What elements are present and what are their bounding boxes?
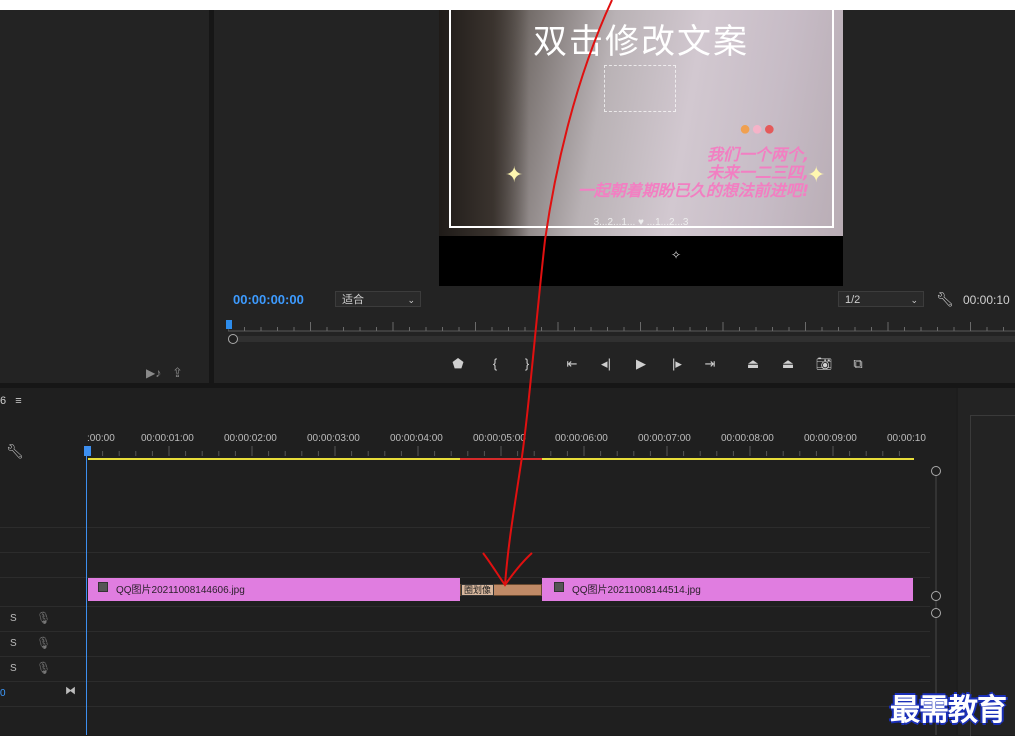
track-separator [0,527,930,528]
go-to-in-icon[interactable]: ⇤ [563,355,581,373]
clip-name: QQ图片20211008144606.jpg [116,585,245,596]
track-separator [0,552,930,553]
ruler-label: 00:00:01:00 [141,433,194,444]
duration-timecode: 00:00:10 [963,293,1010,307]
wrench-icon[interactable]: 🔧︎ [6,443,24,460]
extract-icon[interactable]: ⏏ [779,355,797,373]
scroll-handle[interactable] [931,466,941,476]
mark-in-icon[interactable]: { [486,355,504,373]
fruit-stickers: ●●● [739,118,776,140]
ruler-label: 00:00:08:00 [721,433,774,444]
go-to-out-icon[interactable]: ⇥ [701,355,719,373]
microphone-icon[interactable]: 🎙︎ [36,611,51,625]
zoom-select-value: 适合 [342,294,364,306]
microphone-icon[interactable]: 🎙︎ [36,636,51,650]
solo-button[interactable]: S [10,638,17,649]
ruler-label: 00:00:07:00 [638,433,691,444]
video-title-text[interactable]: 双击修改文案 [439,14,843,63]
solo-button[interactable]: S [10,663,17,674]
top-edge [0,0,1015,10]
chevron-down-icon: ⌄ [910,295,918,305]
ruler-ticks [86,446,900,456]
ruler-label: :00:00 [87,433,115,444]
scroll-handle[interactable] [931,608,941,618]
step-forward-icon[interactable]: |▸ [668,355,686,373]
chevron-down-icon: ⌄ [407,295,415,305]
track-separator [0,656,930,657]
track-separator [0,706,930,707]
ruler-label: 00:00:09:00 [804,433,857,444]
wrench-icon[interactable]: 🔧︎ [936,291,954,308]
microphone-icon[interactable]: 🎙︎ [36,661,51,675]
ruler-label: 00:00:10 [887,433,926,444]
countdown-text: 3...2...1... ♥ ...1...2...3 [593,217,689,228]
ruler-label: 00:00:03:00 [307,433,360,444]
video-preview[interactable]: 双击修改文案 ●●● 我们一个两个, 未来一二三四, 一起朝着期盼已久的想法前进… [439,10,843,286]
sequence-tab-name: 6 [0,395,7,407]
watermark-logo: 最需教育 [890,693,1007,728]
master-level-value[interactable]: 0 [0,688,6,699]
track-separator [0,631,930,632]
insert-icon[interactable]: ▶♪ [146,366,161,380]
lift-icon[interactable]: ⏏ [744,355,762,373]
step-back-icon[interactable]: ◂| [597,355,615,373]
timeline-ruler[interactable]: :00:00 00:00:01:00 00:00:02:00 00:00:03:… [86,433,926,445]
zoom-scrollbar[interactable] [228,336,1015,342]
add-marker-icon[interactable]: ⬟ [449,355,467,373]
export-frame-icon[interactable]: 📷︎ [815,355,833,373]
fx-icon [98,582,108,592]
comparison-view-icon[interactable]: ⧉ [849,355,867,373]
zoom-select[interactable]: 适合 ⌄ [335,291,421,307]
menu-icon[interactable]: ≡ [15,395,21,407]
sparkle-icon: ✦ [807,162,826,187]
scroll-handle[interactable] [228,334,238,344]
ruler-label: 00:00:04:00 [390,433,443,444]
video-caption[interactable]: 我们一个两个, 未来一二三四, 一起朝着期盼已久的想法前进吧! [578,146,809,200]
export-icon[interactable]: ⇪ [172,365,183,381]
scroll-handle[interactable] [931,591,941,601]
current-timecode[interactable]: 00:00:00:00 [233,292,304,307]
resolution-select[interactable]: 1/2 ⌄ [838,291,924,307]
ruler-label: 00:00:06:00 [555,433,608,444]
sequence-tab[interactable]: 6 ≡ [0,395,22,407]
transition-label: 圈划像 [461,584,495,596]
solo-button[interactable]: S [10,613,17,624]
monitor-playhead[interactable] [226,320,232,329]
clip-name: QQ图片20211008144514.jpg [572,585,701,596]
mark-out-icon[interactable]: } [518,355,536,373]
source-panel [0,10,209,383]
resolution-select-value: 1/2 [845,294,861,306]
track-separator [0,606,930,607]
ruler-label: 00:00:02:00 [224,433,277,444]
focus-bracket [604,65,676,112]
timeline-playhead[interactable] [86,446,87,735]
sparkle-icon: ✦ [505,162,524,187]
monitor-time-ruler[interactable] [228,318,1015,332]
ruler-label: 00:00:05:00 [473,433,526,444]
render-bar-unrendered [460,458,542,460]
bowtie-icon[interactable]: ⧓ [65,684,76,697]
track-separator [0,681,930,682]
play-icon[interactable]: ▶ [632,355,650,373]
fx-icon [554,582,564,592]
sparkle-icon: ✧ [671,248,682,262]
